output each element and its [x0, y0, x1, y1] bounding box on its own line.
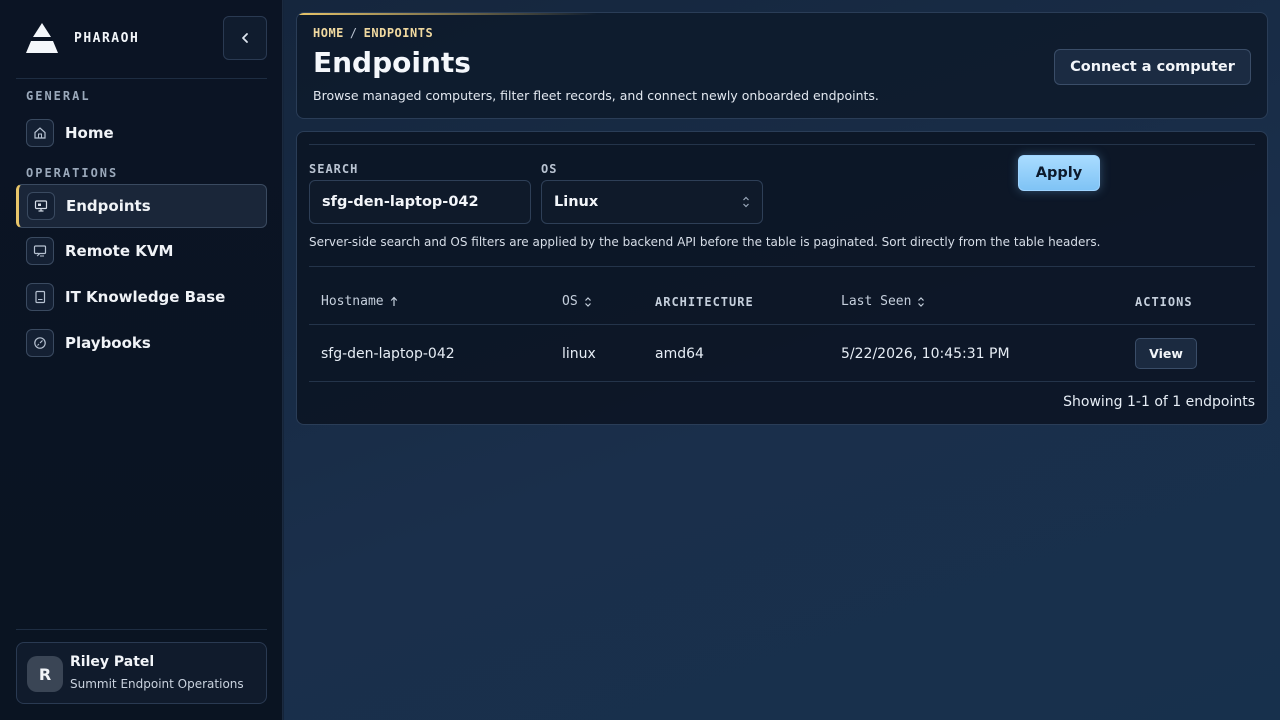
table-header-rule: [309, 324, 1255, 325]
sort-icon: [918, 296, 925, 307]
gauge-icon: [26, 329, 54, 357]
remote-screen-icon: [26, 237, 54, 265]
column-header-label: Hostname: [321, 294, 384, 309]
endpoints-panel: SEARCH OS Linux Apply Server-side search…: [296, 131, 1268, 425]
page-header: HOME / ENDPOINTS Endpoints Browse managed …: [296, 12, 1268, 119]
column-header-label: Last Seen: [841, 294, 912, 309]
sidebar-item-label: Endpoints: [66, 197, 151, 215]
search-label: SEARCH: [309, 162, 359, 176]
connect-computer-button[interactable]: Connect a computer: [1054, 49, 1251, 85]
column-header-label: OS: [562, 294, 578, 309]
cell-os: linux: [562, 346, 596, 362]
monitor-icon: [27, 192, 55, 220]
sidebar-item-remote-kvm[interactable]: Remote KVM: [16, 229, 267, 273]
column-header-hostname[interactable]: Hostname: [321, 294, 398, 309]
sidebar-item-label: Home: [65, 124, 114, 142]
chevron-left-icon: [242, 33, 248, 43]
sort-ascending-icon: [390, 296, 397, 306]
breadcrumb-endpoints: ENDPOINTS: [363, 26, 434, 40]
section-label-operations: OPERATIONS: [26, 166, 119, 180]
pagination-summary: Showing 1-1 of 1 endpoints: [1063, 394, 1255, 410]
search-input[interactable]: [309, 180, 531, 224]
sidebar-divider-bottom: [16, 629, 267, 630]
table-top-rule: [309, 266, 1255, 267]
sidebar-item-it-knowledge-base[interactable]: IT Knowledge Base: [16, 275, 267, 319]
sidebar-divider-top: [16, 78, 267, 79]
column-header-label: ACTIONS: [1135, 295, 1193, 309]
panel-top-rule: [309, 144, 1255, 145]
collapse-sidebar-button[interactable]: [223, 16, 267, 60]
header-accent-line: [297, 13, 597, 15]
sidebar: PHARAOH GENERAL Home OPERATIONS Endpoint…: [0, 0, 283, 720]
breadcrumb-separator: /: [349, 26, 358, 40]
sidebar-item-label: IT Knowledge Base: [65, 288, 226, 306]
user-organization: Summit Endpoint Operations: [70, 677, 244, 691]
cell-architecture: amd64: [655, 346, 704, 362]
os-filter-label: OS: [541, 162, 558, 176]
sidebar-item-endpoints[interactable]: Endpoints: [16, 184, 267, 228]
breadcrumb-home[interactable]: HOME: [313, 26, 344, 40]
brand-name: PHARAOH: [74, 30, 140, 46]
column-header-label: ARCHITECTURE: [655, 295, 754, 309]
view-endpoint-button[interactable]: View: [1135, 338, 1197, 369]
sort-icon: [584, 296, 591, 307]
sidebar-item-label: Playbooks: [65, 334, 151, 352]
sidebar-item-home[interactable]: Home: [16, 111, 267, 155]
os-select-value: Linux: [554, 194, 599, 210]
pharaoh-logo: [26, 23, 58, 53]
home-icon: [26, 119, 54, 147]
sidebar-item-playbooks[interactable]: Playbooks: [16, 321, 267, 365]
filter-help-text: Server-side search and OS filters are ap…: [309, 235, 1101, 249]
column-header-architecture: ARCHITECTURE: [655, 295, 754, 309]
chevron-updown-icon: [743, 196, 749, 208]
brand[interactable]: PHARAOH: [24, 22, 139, 54]
page-title: Endpoints: [313, 46, 471, 79]
book-icon: [26, 283, 54, 311]
os-select[interactable]: Linux: [541, 180, 763, 224]
column-header-last-seen[interactable]: Last Seen: [841, 294, 925, 309]
user-name: Riley Patel: [70, 654, 155, 670]
avatar: R: [27, 656, 63, 692]
cell-last-seen: 5/22/2026, 10:45:31 PM: [841, 346, 1010, 362]
user-profile-card[interactable]: R Riley Patel Summit Endpoint Operations: [16, 642, 267, 704]
cell-hostname: sfg-den-laptop-042: [321, 346, 455, 362]
page-subtitle: Browse managed computers, filter fleet r…: [313, 88, 879, 103]
column-header-os[interactable]: OS: [562, 294, 592, 309]
apply-filters-button[interactable]: Apply: [1018, 155, 1100, 191]
breadcrumb: HOME / ENDPOINTS: [313, 26, 433, 40]
section-label-general: GENERAL: [26, 89, 91, 103]
column-header-actions: ACTIONS: [1135, 295, 1193, 309]
sidebar-item-label: Remote KVM: [65, 242, 174, 260]
table-bottom-rule: [309, 381, 1255, 382]
